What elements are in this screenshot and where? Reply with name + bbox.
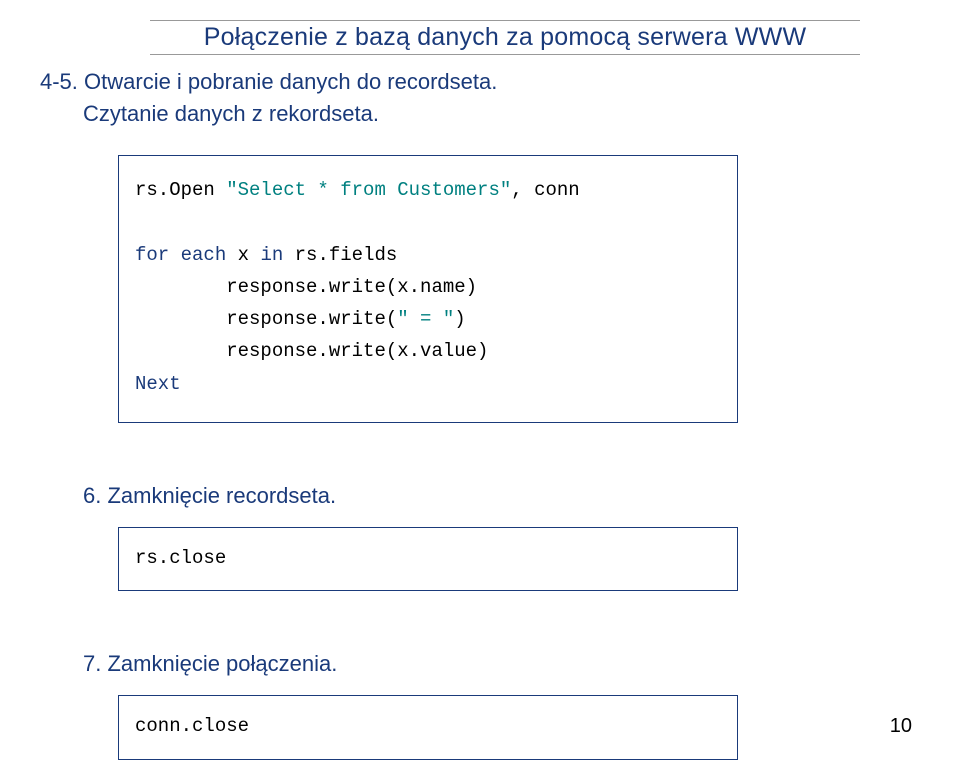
code-text: conn.close [135,715,249,737]
code-text: response.write( [135,308,397,330]
code-text: response.write(x.name) [135,276,477,298]
code-box-2: rs.close [118,527,738,591]
code-keyword: in [260,244,283,266]
code-string: " = " [397,308,454,330]
code-text: response.write(x.value) [135,340,488,362]
code-text: x [226,244,260,266]
page-number: 10 [890,715,912,738]
section-6-heading: 6. Zamknięcie recordseta. [83,483,900,509]
code-text: ) [454,308,465,330]
section-7-heading: 7. Zamknięcie połączenia. [83,651,900,677]
title-bar: Połączenie z bazą danych za pomocą serwe… [150,20,860,55]
code-box-3: conn.close [118,695,738,759]
code-box-1: rs.Open "Select * from Customers", conn … [118,155,738,423]
section-4-5-line1: 4-5. Otwarcie i pobranie danych do recor… [40,69,900,95]
slide-title: Połączenie z bazą danych za pomocą serwe… [150,23,860,52]
code-keyword: for each [135,244,226,266]
code-string: "Select * from Customers" [226,179,511,201]
code-keyword: Next [135,373,181,395]
code-text: rs.close [135,547,226,569]
section-4-5-line2: Czytanie danych z rekordseta. [83,101,900,127]
code-text: , conn [511,179,579,201]
code-text: rs.Open [135,179,226,201]
code-text: rs.fields [283,244,397,266]
